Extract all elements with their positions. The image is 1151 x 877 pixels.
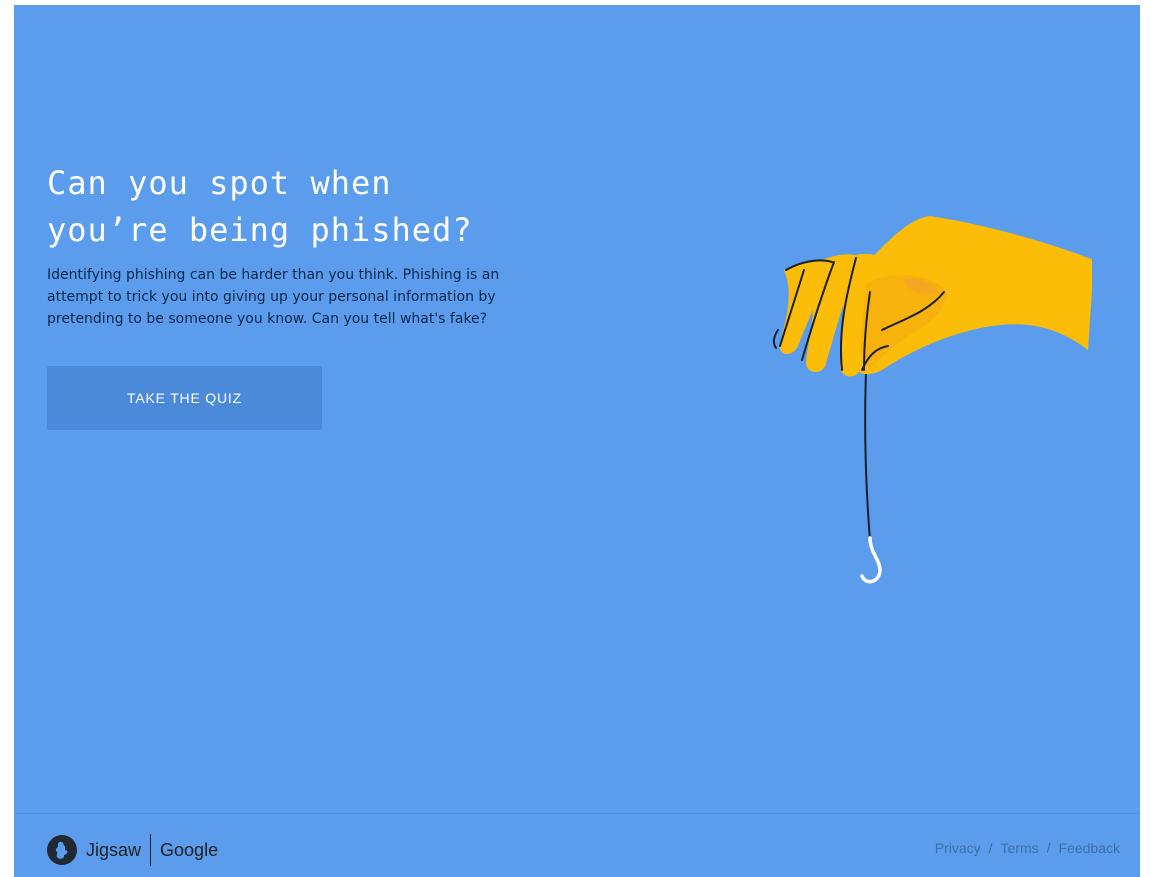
link-separator: /	[1046, 840, 1051, 856]
page: Can you spot when you’re being phished? …	[14, 5, 1140, 877]
hero-description-line-3: pretending to be someone you know. Can y…	[47, 311, 488, 327]
footer-links: Privacy / Terms / Feedback	[935, 840, 1120, 856]
terms-link[interactable]: Terms	[1001, 840, 1039, 856]
brand-google: Google	[160, 839, 219, 860]
brand-jigsaw: Jigsaw	[86, 839, 142, 860]
hand-holding-hook-icon	[772, 216, 1092, 584]
hero-description-line-1: Identifying phishing can be harder than …	[47, 267, 500, 283]
page-title: Can you spot when you’re being phished?	[47, 160, 607, 254]
hero-description: Identifying phishing can be harder than …	[47, 264, 547, 330]
footer-brand: Jigsaw Google	[47, 834, 218, 866]
feedback-link[interactable]: Feedback	[1059, 840, 1120, 856]
brand-divider	[150, 834, 152, 866]
link-separator: /	[988, 840, 993, 856]
page-title-line-1: Can you spot when	[47, 164, 392, 202]
footer: Jigsaw Google Privacy / Terms / Feedback	[14, 813, 1140, 877]
page-title-line-2: you’re being phished?	[47, 211, 473, 249]
jigsaw-logo-icon	[47, 835, 77, 865]
take-quiz-button[interactable]: TAKE THE QUIZ	[47, 366, 322, 430]
hero-description-line-2: attempt to trick you into giving up your…	[47, 289, 496, 305]
privacy-link[interactable]: Privacy	[935, 840, 981, 856]
